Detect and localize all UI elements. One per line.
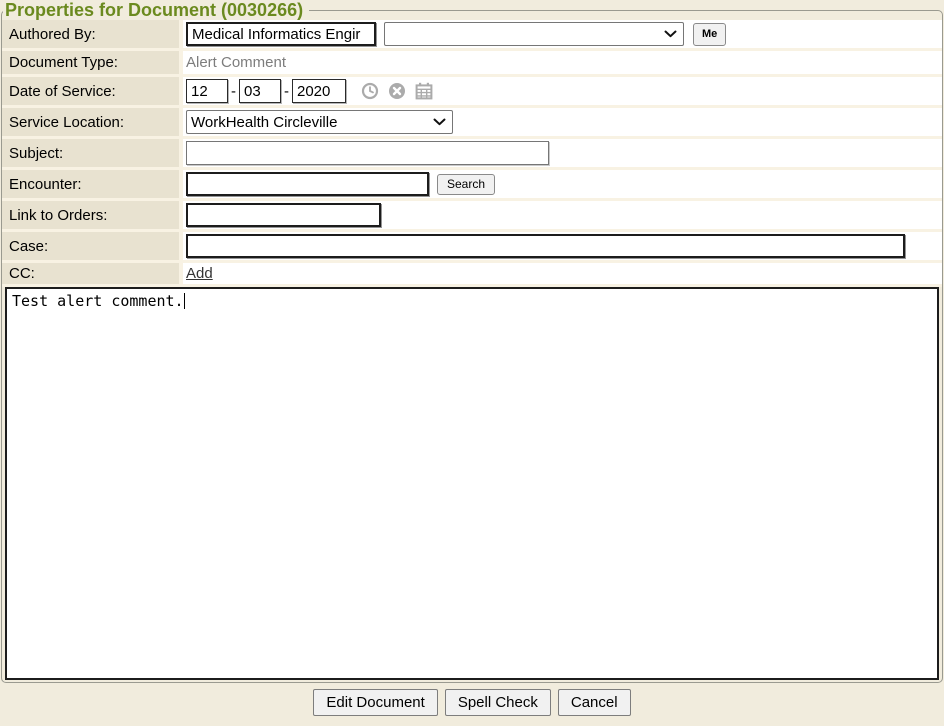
circle-x-icon[interactable]	[388, 82, 406, 100]
authored-by-select[interactable]	[384, 22, 684, 46]
row-date-of-service: Date of Service: - -	[2, 77, 942, 108]
edit-document-button[interactable]: Edit Document	[313, 689, 437, 716]
case-input[interactable]	[186, 234, 905, 258]
link-to-orders-input[interactable]	[186, 203, 381, 227]
date-month-input[interactable]	[186, 79, 228, 103]
row-case: Case:	[2, 232, 942, 263]
text-caret	[184, 293, 185, 309]
row-cc: CC: Add	[2, 263, 942, 287]
me-button[interactable]: Me	[693, 23, 726, 46]
authored-by-input[interactable]	[186, 22, 376, 46]
cancel-button[interactable]: Cancel	[558, 689, 631, 716]
page-title: Properties for Document (0030266)	[3, 0, 309, 20]
field-label-service-location: Service Location:	[2, 108, 183, 136]
spell-check-button[interactable]: Spell Check	[445, 689, 551, 716]
subject-input[interactable]	[186, 141, 549, 165]
date-separator: -	[231, 83, 236, 100]
date-day-input[interactable]	[239, 79, 281, 103]
service-location-select[interactable]: WorkHealth Circleville	[186, 110, 453, 134]
encounter-search-button[interactable]: Search	[437, 174, 495, 195]
document-properties-panel: Properties for Document (0030266) Author…	[1, 0, 943, 683]
encounter-input[interactable]	[186, 172, 429, 196]
row-link-to-orders: Link to Orders:	[2, 201, 942, 232]
field-label-authored-by: Authored By:	[2, 20, 183, 48]
properties-form: Authored By: Me Document Type: Alert Com…	[2, 20, 942, 287]
date-year-input[interactable]	[292, 79, 346, 103]
row-document-type: Document Type: Alert Comment	[2, 51, 942, 77]
document-type-value: Alert Comment	[186, 54, 286, 71]
row-subject: Subject:	[2, 139, 942, 170]
action-bar: Edit Document Spell Check Cancel	[0, 683, 944, 716]
field-label-date-of-service: Date of Service:	[2, 77, 183, 105]
date-separator: -	[284, 83, 289, 100]
field-label-link-to-orders: Link to Orders:	[2, 201, 183, 229]
calendar-icon[interactable]	[415, 82, 433, 100]
row-authored-by: Authored By: Me	[2, 20, 942, 51]
row-encounter: Encounter: Search	[2, 170, 942, 201]
document-body-text: Test alert comment.	[12, 292, 184, 310]
field-label-subject: Subject:	[2, 139, 183, 167]
clock-icon[interactable]	[361, 82, 379, 100]
cc-add-link[interactable]: Add	[186, 265, 213, 282]
field-label-case: Case:	[2, 232, 183, 260]
field-label-document-type: Document Type:	[2, 51, 183, 74]
document-body-textarea[interactable]: Test alert comment.	[5, 287, 939, 680]
field-label-cc: CC:	[2, 263, 183, 284]
field-label-encounter: Encounter:	[2, 170, 183, 198]
row-service-location: Service Location: WorkHealth Circleville	[2, 108, 942, 139]
